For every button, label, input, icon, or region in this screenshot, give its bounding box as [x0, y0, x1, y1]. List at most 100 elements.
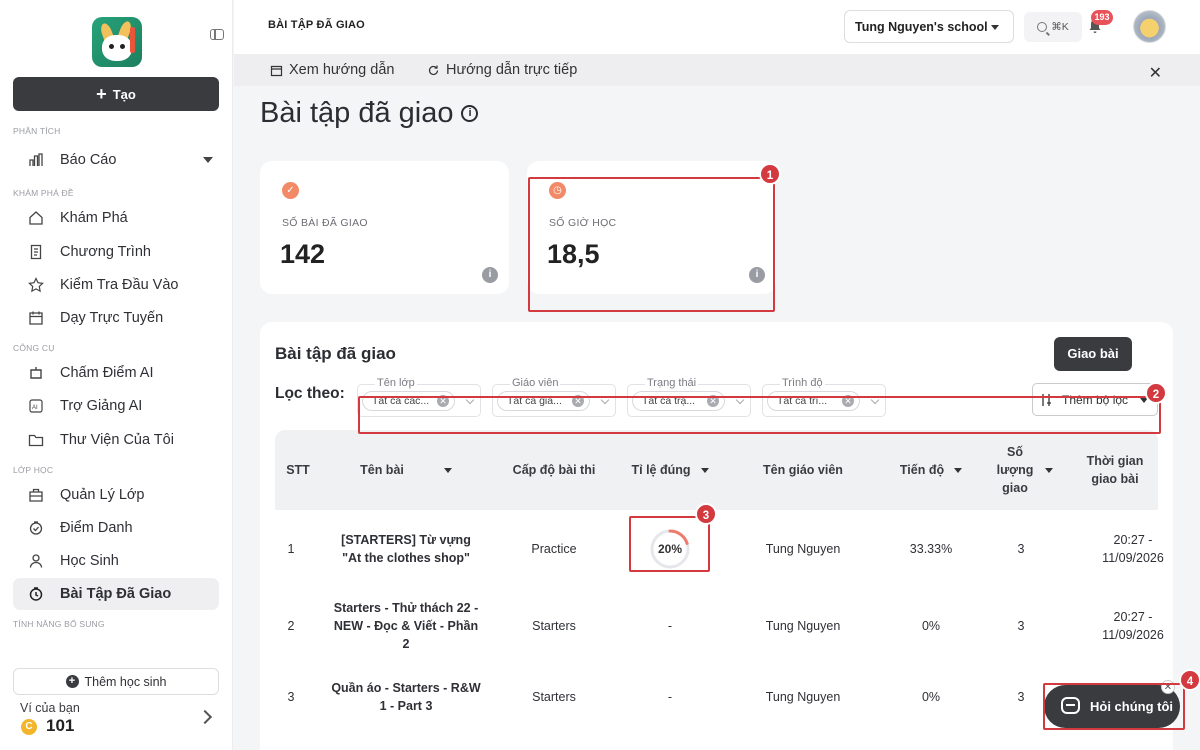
sort-icon[interactable]	[443, 467, 452, 473]
sidebar-item-label: Kiểm Tra Đầu Vào	[60, 277, 179, 293]
sort-icon[interactable]	[1045, 467, 1053, 473]
cell-level: Practice	[531, 542, 577, 556]
sidebar-item-label: Trợ Giảng AI	[60, 398, 143, 414]
sidebar-item-label: Chấm Điểm AI	[60, 365, 154, 381]
breadcrumb: BÀI TẬP ĐÃ GIAO	[268, 19, 365, 31]
sidebar-item-library[interactable]: Thư Viện Của Tôi	[13, 424, 219, 456]
briefcase-icon	[28, 487, 44, 503]
add-student-label: Thêm học sinh	[84, 674, 167, 689]
assign-homework-button[interactable]: Giao bài	[1054, 337, 1132, 371]
column-count-label: Số lượng giao	[996, 445, 1034, 495]
sidebar-item-students[interactable]: Học Sinh	[13, 545, 219, 577]
section-label-extra: TÍNH NĂNG BỔ SUNG	[13, 619, 105, 629]
cell-teacher: Tung Nguyen	[765, 542, 841, 556]
sidebar-item-program[interactable]: Chương Trình	[13, 236, 219, 268]
highlight-number: 2	[1145, 382, 1167, 404]
folder-icon	[28, 432, 44, 448]
calendar-icon	[28, 310, 44, 326]
sidebar-collapse-icon[interactable]	[210, 29, 224, 40]
cell-correct-rate: -	[667, 619, 673, 633]
sidebar-item-class-management[interactable]: Quản Lý Lớp	[13, 479, 219, 511]
checklist-icon	[28, 520, 44, 536]
table-row[interactable]: 2 Starters - Thử thách 22 - NEW - Đọc & …	[275, 588, 1164, 664]
app-logo[interactable]	[92, 17, 142, 67]
cell-progress: 0%	[921, 690, 941, 704]
school-selector[interactable]: Tung Nguyen's school	[844, 10, 1014, 43]
highlight-box	[629, 516, 710, 572]
chevron-down-icon[interactable]	[203, 157, 213, 163]
cell-time: 20:27 - 11/09/2026	[1102, 610, 1164, 642]
users-icon	[28, 553, 44, 569]
search-icon	[1037, 22, 1048, 32]
column-rate-label: Tỉ lệ đúng	[631, 463, 691, 477]
table-row[interactable]: 3 Quần áo - Starters - R&W 1 - Part 3 St…	[275, 664, 1158, 730]
cell-level: Starters	[532, 690, 576, 704]
column-time-label: Thời gian giao bài	[1086, 454, 1144, 486]
sidebar-item-assigned-homework[interactable]: Bài Tập Đã Giao	[13, 578, 219, 610]
search-shortcut: ⌘K	[1051, 21, 1069, 33]
column-level: Cấp độ bài thi	[512, 463, 596, 477]
highlight-number: 3	[695, 503, 717, 525]
stat-label: SỐ BÀI ĐÃ GIAO	[282, 217, 368, 229]
create-button[interactable]: + Tạo	[13, 77, 219, 111]
live-guide-link[interactable]: Hướng dẫn trực tiếp	[427, 62, 577, 78]
filter-class-label: Tên lớp	[375, 377, 417, 389]
section-label-analysis: PHÂN TÍCH	[13, 126, 61, 136]
avatar[interactable]	[1133, 10, 1166, 43]
search-button[interactable]: ⌘K	[1024, 12, 1082, 42]
document-icon	[28, 244, 44, 260]
cell-stt: 2	[287, 619, 295, 633]
sidebar-item-label: Thư Viện Của Tôi	[60, 432, 174, 448]
info-icon[interactable]: i	[461, 105, 479, 122]
sidebar-item-ai-grading[interactable]: Chấm Điểm AI	[13, 357, 219, 389]
cell-correct-rate: -	[667, 690, 673, 704]
cell-progress: 33.33%	[909, 542, 953, 556]
refresh-icon	[428, 65, 439, 75]
robot-icon	[28, 365, 44, 381]
panel-title: Bài tập đã giao	[275, 344, 396, 363]
filter-level-label: Trình độ	[780, 377, 825, 389]
sort-icon[interactable]	[700, 467, 709, 473]
view-guide-link[interactable]: Xem hướng dẫn	[270, 62, 394, 78]
cell-name[interactable]: [STARTERS] Từ vựng "At the clothes shop"	[331, 510, 481, 588]
sidebar-item-label: Học Sinh	[60, 553, 119, 569]
cell-progress: 0%	[921, 619, 941, 633]
sidebar-item-online[interactable]: Dạy Trực Tuyến	[13, 302, 219, 334]
sort-icon[interactable]	[954, 467, 963, 473]
sidebar-item-placement[interactable]: Kiểm Tra Đầu Vào	[13, 269, 219, 301]
table-row[interactable]: 1 [STARTERS] Từ vựng "At the clothes sho…	[275, 510, 1164, 588]
svg-text:AI: AI	[32, 405, 38, 411]
cell-count: 3	[1017, 619, 1025, 633]
sidebar-item-reports[interactable]: Báo Cáo	[13, 144, 219, 176]
coin-icon: C	[21, 719, 37, 735]
info-icon[interactable]: i	[482, 267, 498, 283]
sidebar-item-attendance[interactable]: Điểm Danh	[13, 512, 219, 544]
cell-count: 3	[1017, 542, 1025, 556]
column-progress-label: Tiến độ	[899, 463, 945, 477]
add-student-button[interactable]: + Thêm học sinh	[13, 668, 219, 695]
sidebar-item-explore[interactable]: Khám Phá	[13, 202, 219, 234]
page-title: Bài tập đã giao i	[260, 97, 479, 130]
column-count[interactable]: Số lượng giao	[981, 430, 1067, 510]
column-time: Thời gian giao bài	[1083, 430, 1158, 510]
sidebar-item-label: Bài Tập Đã Giao	[60, 586, 172, 602]
wallet-balance: 101	[46, 716, 75, 735]
column-teacher: Tên giáo viên	[763, 463, 843, 477]
stat-card-assigned: ✓ SỐ BÀI ĐÃ GIAO 142 i	[260, 161, 509, 294]
cell-name[interactable]: Quần áo - Starters - R&W 1 - Part 3	[331, 664, 481, 730]
plus-circle-icon: +	[65, 675, 79, 688]
column-correct-rate[interactable]: Tỉ lệ đúng	[620, 430, 720, 510]
column-progress[interactable]: Tiến độ	[881, 430, 981, 510]
star-icon	[28, 277, 44, 293]
cell-teacher: Tung Nguyen	[765, 619, 841, 633]
chevron-right-icon[interactable]	[197, 709, 213, 725]
sidebar-item-label: Khám Phá	[60, 210, 128, 226]
cell-name[interactable]: Starters - Thử thách 22 - NEW - Đọc & Vi…	[331, 588, 481, 664]
school-name: Tung Nguyen's school	[855, 19, 988, 34]
close-icon[interactable]: ✕	[1149, 63, 1162, 83]
column-name-label: Tên bài	[360, 463, 404, 477]
notification-badge: 193	[1091, 10, 1113, 25]
chevron-down-icon	[991, 25, 999, 30]
column-name[interactable]: Tên bài	[331, 430, 481, 510]
sidebar-item-ai-assistant[interactable]: AI Trợ Giảng AI	[13, 390, 219, 422]
